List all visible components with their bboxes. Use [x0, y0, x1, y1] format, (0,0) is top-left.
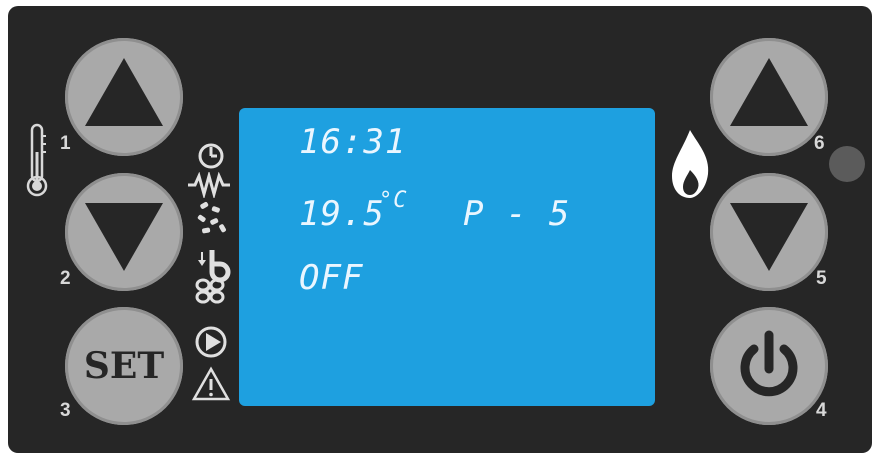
- button-number-6: 6: [814, 133, 825, 154]
- power-button[interactable]: [710, 307, 828, 425]
- flame-icon: [672, 130, 709, 198]
- up-arrow-icon: [730, 58, 808, 126]
- thermometer-icon: [26, 123, 48, 197]
- up-arrow-icon: [85, 58, 163, 126]
- lcd-display: 16:31 19.5 °C P - 5 OFF: [239, 108, 655, 406]
- down-arrow-icon: [85, 203, 163, 271]
- pump-icon: [195, 326, 227, 358]
- fan-icon: [195, 250, 231, 304]
- status-led: [829, 146, 865, 182]
- temperature-readout: 19.5: [299, 194, 385, 234]
- down-button-5[interactable]: [710, 173, 828, 291]
- temperature-unit: °C: [379, 188, 408, 213]
- button-number-3: 3: [60, 400, 71, 421]
- power-level-readout: P - 5: [463, 194, 571, 234]
- resistor-icon: [188, 172, 230, 198]
- button-number-4: 4: [816, 400, 827, 421]
- button-number-1: 1: [60, 133, 71, 154]
- clock-icon: [198, 143, 224, 169]
- button-number-5: 5: [816, 268, 827, 289]
- warning-icon: [191, 366, 231, 401]
- power-icon: [740, 330, 798, 397]
- set-label: SET: [83, 345, 165, 387]
- down-button-2[interactable]: [65, 173, 183, 291]
- pellet-icon: [197, 202, 226, 234]
- up-button-1[interactable]: [65, 38, 183, 156]
- time-readout: 16:31: [299, 122, 407, 162]
- set-button[interactable]: SET: [65, 307, 183, 425]
- up-button-6[interactable]: [710, 38, 828, 156]
- down-arrow-icon: [730, 203, 808, 271]
- button-number-2: 2: [60, 268, 71, 289]
- state-readout: OFF: [299, 258, 364, 298]
